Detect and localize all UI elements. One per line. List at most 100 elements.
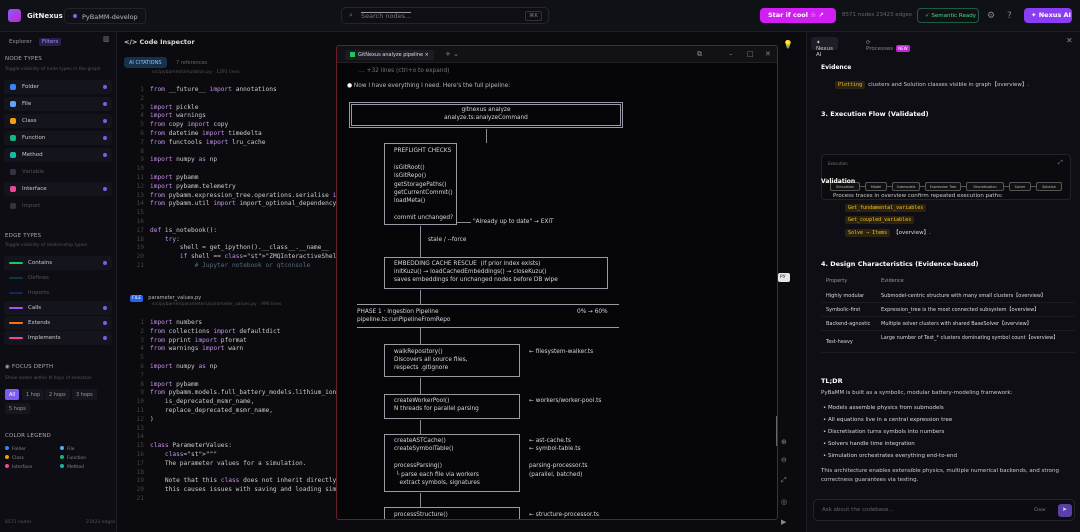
edge-type-implements[interactable]: Implements — [4, 331, 112, 345]
node-type-swatch-icon — [10, 118, 16, 124]
send-button[interactable]: ➤ — [1058, 504, 1072, 517]
node-type-variable[interactable]: Variable — [4, 165, 112, 179]
tldr-item: • Solvers handle time integration — [823, 441, 915, 447]
node-type-class[interactable]: Class — [4, 114, 112, 128]
edge-type-defines[interactable]: Defines — [4, 271, 112, 285]
toggle-dot-icon — [103, 306, 107, 310]
edge-line-icon — [9, 322, 23, 324]
tldr-end: This architecture enables extensible phy… — [821, 468, 1059, 483]
settings-icon[interactable]: ⚙ — [987, 11, 995, 21]
line-text: import pybamm.telemetry — [150, 182, 236, 190]
legend-label: Class — [12, 456, 24, 461]
close-panel-icon[interactable]: ✕ — [1066, 36, 1073, 45]
color-legend-title: COLOR LEGEND — [5, 433, 51, 439]
hop-1[interactable]: 1 hop — [22, 389, 45, 400]
line-number: 12 — [136, 182, 144, 190]
node-type-function[interactable]: Function — [4, 131, 112, 145]
terminal-titlebar: GitNexus analyze pipeline × + ⌄ ⧉ – □ ✕ — [337, 46, 777, 63]
new-tab-icon[interactable]: + ⌄ — [445, 50, 459, 58]
ai-citations-badge[interactable]: AI CITATIONS — [124, 57, 167, 68]
node-type-import[interactable]: Import — [4, 199, 112, 213]
hop-5[interactable]: 5 hops — [5, 403, 30, 414]
nexus-ai-panel: ✦ Nexus AI ⟳ Processes NEW ✕ Evidence Plo… — [806, 32, 1080, 532]
star-button[interactable]: Star if cool ☆ ↗ — [760, 8, 836, 23]
footer-node-count: 8571 nodes — [5, 520, 32, 525]
minimize-icon[interactable]: – — [729, 50, 733, 58]
table-cell-evidence: Submodel-centric structure with many sma… — [881, 293, 1046, 299]
terminal-tab[interactable]: GitNexus analyze pipeline × — [345, 50, 434, 60]
line-text: from copy import copy — [150, 121, 229, 129]
node-type-file[interactable]: File — [4, 97, 112, 111]
line-number: 20 — [136, 486, 144, 494]
zoom-in-icon[interactable]: ⊕ — [781, 438, 787, 446]
play-icon[interactable]: ▶ — [781, 518, 786, 526]
table-head-property: Property — [826, 278, 848, 284]
left-sidebar: Explorer Filters ▥ NODE TYPES Toggle visi… — [0, 32, 117, 532]
legend-item: Function — [60, 455, 86, 461]
help-icon[interactable]: ? — [1007, 11, 1012, 21]
nexus-ai-button[interactable]: ✦ Nexus AI — [1024, 8, 1072, 23]
line-number: 11 — [136, 407, 144, 414]
line-text: from __future__ import annotations — [150, 86, 277, 93]
py-badge[interactable]: py — [778, 273, 790, 282]
fit-view-icon[interactable]: ⤢ — [781, 476, 787, 485]
tab-filters[interactable]: Filters — [38, 38, 62, 46]
tab-layout-icon[interactable]: ⧉ — [697, 50, 702, 59]
evidence-pill: Plotting — [835, 81, 866, 89]
preflight-line: PREFLIGHT CHECKS — [394, 148, 452, 154]
node-type-folder[interactable]: Folder — [4, 80, 112, 94]
expand-icon[interactable]: ⤢ — [1058, 159, 1063, 167]
validation-title: Validation — [821, 178, 856, 185]
edge-type-contains[interactable]: Contains — [4, 256, 112, 270]
line-number: 18 — [136, 468, 144, 476]
edge-type-label: Defines — [28, 275, 49, 281]
hop-3[interactable]: 3 hops — [72, 389, 97, 400]
preflight-line: getCurrentCommit() — [394, 190, 453, 196]
node-type-interface[interactable]: Interface — [4, 182, 112, 196]
line-number: 9 — [140, 156, 144, 164]
connector — [420, 420, 421, 434]
maximize-icon[interactable]: □ — [747, 50, 754, 58]
line-text: class ParameterValues: — [150, 442, 232, 450]
legend-item: Interface — [5, 464, 32, 470]
graph-controls-strip: 💡 py ⊕ ⊖ ⤢ ◎ ▶ — [778, 32, 806, 532]
node-type-method[interactable]: Method — [4, 148, 112, 162]
node-type-swatch-icon — [10, 186, 16, 192]
table-row: Backend-agnostic Multiple solver clusters… — [821, 317, 1075, 331]
edge-type-calls[interactable]: Calls — [4, 301, 112, 315]
tab-explorer[interactable]: Explorer — [6, 38, 35, 46]
tab-processes[interactable]: ⟳ Processes NEW — [861, 37, 915, 52]
edge-type-label: Extends — [28, 320, 51, 326]
line-number: 14 — [136, 200, 144, 208]
hop-all[interactable]: All — [5, 389, 20, 400]
edge-type-imports[interactable]: Imports — [4, 286, 112, 300]
line-text: import pybamm — [150, 380, 199, 388]
table-cell-evidence: Expression_tree is the most connected su… — [881, 307, 1040, 313]
preflight-line: getStoragePaths() — [394, 181, 447, 188]
line-text: try: — [164, 235, 180, 243]
table-row: Highly modular Submodel-centric structure… — [821, 289, 1075, 303]
clear-button[interactable]: Clear — [1034, 508, 1046, 513]
table-row: Test-heavy Large number of Test_* cluster… — [821, 331, 1075, 353]
edge-type-extends[interactable]: Extends — [4, 316, 112, 330]
collapse-sidebar-icon[interactable]: ▥ — [103, 35, 110, 43]
node-type-swatch-icon — [10, 84, 16, 90]
terminal-window: GitNexus analyze pipeline × + ⌄ ⧉ – □ ✕ … — [336, 45, 778, 520]
line-text: class="st">""" — [164, 451, 218, 458]
repo-selector[interactable]: PyBaMM-develop — [64, 8, 146, 24]
ask-input[interactable]: Ask about the codebase... Clear ➤ — [813, 499, 1075, 521]
focus-icon[interactable]: ◎ — [781, 498, 787, 506]
search-input[interactable]: ⌕ Search nodes... ⌘K — [341, 7, 549, 24]
preflight-line: commit unchanged? — [394, 215, 454, 222]
close-icon[interactable]: ✕ — [765, 50, 771, 58]
tab-nexus-ai[interactable]: ✦ Nexus AI — [811, 37, 839, 58]
hop-2[interactable]: 2 hops — [45, 389, 70, 400]
line-number: 21 — [136, 495, 144, 502]
structure-ref: ← structure-processor.ts — [529, 512, 599, 518]
lightbulb-icon[interactable]: 💡 — [783, 40, 793, 49]
zoom-out-icon[interactable]: ⊖ — [781, 456, 787, 464]
tldr-lead: PyBaMM is built as a symbolic, modular b… — [821, 390, 1013, 396]
line-text: from pybamm.util import import_optional_… — [150, 200, 337, 208]
legend-item: Method — [60, 464, 84, 470]
node-type-label: Method — [22, 152, 43, 158]
